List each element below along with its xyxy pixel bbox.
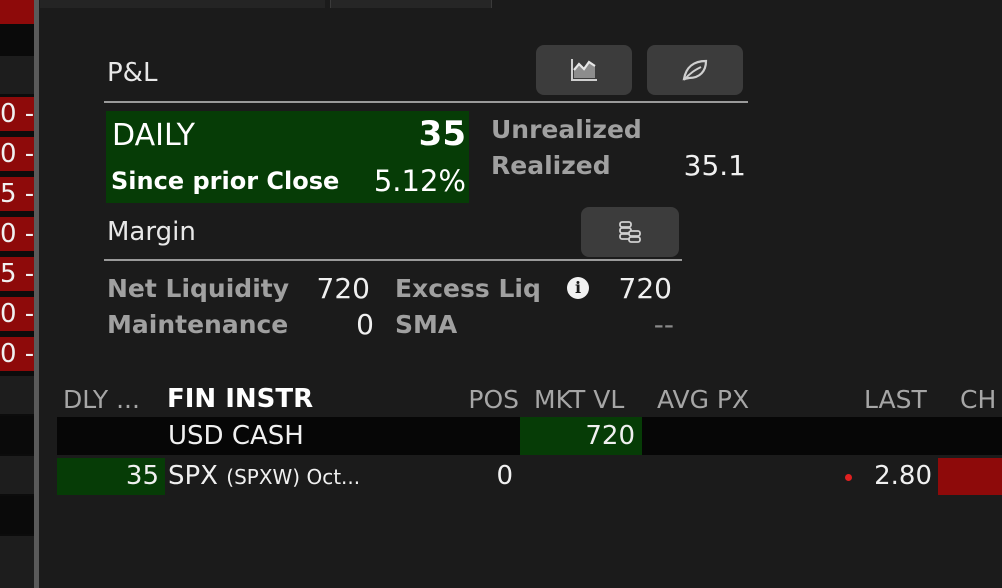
dly-value: 35 xyxy=(125,461,159,491)
pnl-chart-button[interactable] xyxy=(536,45,632,95)
daily-value: 35 xyxy=(418,114,466,154)
left-row xyxy=(0,56,34,94)
info-icon[interactable]: i xyxy=(567,277,589,299)
pnl-divider xyxy=(104,101,748,103)
left-row xyxy=(0,456,34,494)
col-header-mkt-vl[interactable]: MKT VL xyxy=(534,385,624,414)
left-row xyxy=(0,0,34,24)
col-header-pos[interactable]: POS xyxy=(440,385,519,414)
left-panel-strip: 0 - 0 - 5 - 0 - 5 - 0 - 0 - xyxy=(0,0,34,588)
left-row: 5 - xyxy=(0,177,34,211)
excess-liq-label: Excess Liq xyxy=(395,274,541,303)
coins-stack-icon xyxy=(619,221,641,243)
maintenance-value: 0 xyxy=(356,308,374,341)
pnl-leaf-button[interactable] xyxy=(647,45,743,95)
left-row xyxy=(0,536,34,588)
header-tab[interactable] xyxy=(330,0,492,8)
excess-liq-value: 720 xyxy=(618,272,672,305)
realized-label: Realized xyxy=(491,151,611,180)
net-liquidity-value: 720 xyxy=(316,272,370,305)
left-row xyxy=(0,496,34,534)
unrealized-label: Unrealized xyxy=(491,115,642,144)
instrument-name: USD CASH xyxy=(168,421,304,451)
sma-label: SMA xyxy=(395,310,458,339)
left-row-value: 0 - xyxy=(0,219,34,249)
daily-label: DAILY xyxy=(112,118,195,153)
left-row-value: 0 - xyxy=(0,99,34,129)
panel-divider[interactable] xyxy=(34,0,39,588)
net-liquidity-label: Net Liquidity xyxy=(107,274,290,303)
left-row-value: 5 - xyxy=(0,259,34,289)
left-row xyxy=(0,376,34,414)
realized-value: 35.1 xyxy=(683,149,746,182)
area-chart-icon xyxy=(571,59,597,81)
left-row: 5 - xyxy=(0,257,34,291)
last-value: 2.80 xyxy=(874,461,932,491)
since-prior-close-value: 5.12% xyxy=(373,164,466,198)
col-header-chg[interactable]: CH xyxy=(960,385,996,414)
left-row-value: 0 - xyxy=(0,339,34,369)
col-header-last[interactable]: LAST xyxy=(864,385,927,414)
margin-coins-button[interactable] xyxy=(581,207,679,257)
header-tab[interactable] xyxy=(40,0,325,8)
col-header-dly[interactable]: DLY ... xyxy=(63,385,140,414)
since-prior-close-label: Since prior Close xyxy=(111,167,340,195)
pnl-title: P&L xyxy=(107,58,158,88)
left-row: 0 - xyxy=(0,337,34,371)
left-row-value: 0 - xyxy=(0,139,34,169)
left-row xyxy=(0,24,34,56)
left-row: 0 - xyxy=(0,97,34,131)
margin-title: Margin xyxy=(107,217,196,247)
instrument-name: SPX (SPXW) Oct... xyxy=(168,461,360,491)
left-row xyxy=(0,416,34,454)
chg-cell-negative xyxy=(938,458,1002,495)
pos-value: 0 xyxy=(496,461,513,491)
maintenance-label: Maintenance xyxy=(107,310,289,339)
left-row: 0 - xyxy=(0,297,34,331)
left-row: 0 - xyxy=(0,217,34,251)
left-row: 0 - xyxy=(0,137,34,171)
margin-divider xyxy=(104,259,682,261)
col-header-fin-instr[interactable]: FIN INSTR xyxy=(167,384,313,414)
mkt-vl-value: 720 xyxy=(585,421,635,451)
col-header-avg-px[interactable]: AVG PX xyxy=(657,385,749,414)
instrument-detail: (SPXW) Oct... xyxy=(226,465,361,489)
leaf-icon xyxy=(682,59,708,81)
price-tick-indicator xyxy=(845,474,852,481)
left-row-value: 5 - xyxy=(0,179,34,209)
left-row-value: 0 - xyxy=(0,299,34,329)
sma-value: -- xyxy=(653,308,674,341)
instrument-symbol: SPX xyxy=(168,461,218,491)
